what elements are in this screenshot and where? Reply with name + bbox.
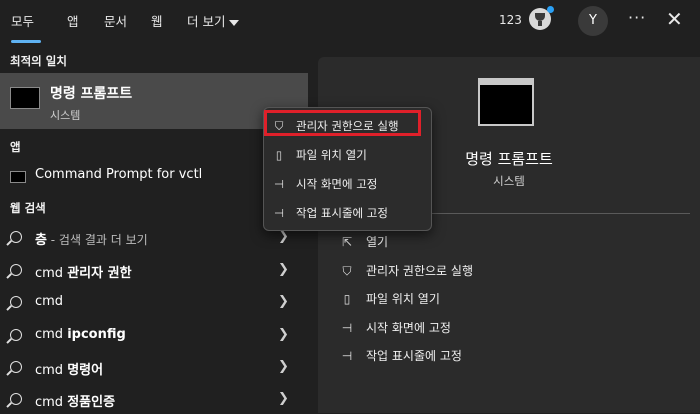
action-open-file-location[interactable]: ▯ 파일 위치 열기	[340, 290, 440, 307]
command-prompt-icon	[10, 87, 40, 109]
action-label: 작업 표시줄에 고정	[366, 349, 462, 363]
pin-icon: ⊣	[273, 177, 285, 191]
chevron-right-icon: ❯	[278, 327, 289, 342]
action-label: 관리자 권한으로 실행	[366, 264, 473, 278]
search-icon	[10, 361, 22, 373]
search-icon	[10, 296, 22, 308]
best-match-item[interactable]	[0, 73, 308, 129]
result-bold: 명령어	[67, 363, 104, 378]
list-item[interactable]: cmd ipconfig ❯	[0, 322, 308, 350]
pin-icon: ⊣	[341, 349, 353, 363]
command-prompt-icon	[478, 78, 534, 126]
close-icon[interactable]: ✕	[666, 7, 683, 31]
best-match-title: 명령 프롬프트	[50, 86, 133, 102]
result-prefix: cmd	[35, 363, 68, 378]
menu-item-label: 시작 화면에 고정	[296, 177, 378, 191]
chevron-right-icon: ❯	[278, 229, 289, 244]
chevron-right-icon: ❯	[278, 359, 289, 374]
chevron-right-icon: ❯	[278, 262, 289, 277]
action-pin-to-taskbar[interactable]: ⊣ 작업 표시줄에 고정	[340, 347, 462, 364]
top-bar: 모두 앱 문서 웹 더 보기 123 Y ··· ✕	[0, 0, 700, 44]
notification-dot-icon	[547, 6, 554, 13]
list-item[interactable]: cmd 명령어 ❯	[0, 354, 308, 382]
pin-icon: ⊣	[341, 321, 353, 335]
trophy-cup-shape	[535, 13, 545, 21]
result-prefix: cmd	[35, 395, 68, 410]
app-label: Command Prompt for vctl	[35, 167, 203, 182]
action-run-as-admin[interactable]: ⛉ 관리자 권한으로 실행	[340, 262, 473, 279]
tab-web[interactable]: 웹	[151, 11, 163, 30]
list-item[interactable]: 층 - 검색 결과 더 보기 ❯	[0, 224, 308, 252]
menu-item-label: 파일 위치 열기	[296, 148, 367, 162]
chevron-right-icon: ❯	[278, 391, 289, 406]
result-bold: 층	[35, 233, 47, 248]
trophy-stem-shape	[538, 21, 542, 26]
result-suffix: - 검색 결과 더 보기	[46, 233, 148, 247]
tab-apps[interactable]: 앱	[67, 11, 79, 30]
shield-icon: ⛉	[342, 264, 352, 278]
tab-all[interactable]: 모두	[11, 11, 34, 30]
best-match-subtitle: 시스템	[50, 109, 81, 122]
search-icon	[10, 329, 22, 341]
list-item[interactable]: cmd 관리자 권한 ❯	[0, 257, 308, 285]
list-item[interactable]: cmd 정품인증 ❯	[0, 386, 308, 414]
search-icon	[10, 264, 22, 276]
menu-item-open-file-location[interactable]: ▯ 파일 위치 열기	[272, 147, 367, 163]
search-icon	[10, 231, 22, 243]
tab-more-label: 더 보기	[187, 14, 226, 29]
points-count: 123	[499, 13, 522, 27]
tab-more[interactable]: 더 보기	[187, 11, 240, 30]
folder-icon: ▯	[275, 148, 283, 162]
search-icon	[10, 393, 22, 405]
section-web-search: 웹 검색	[10, 201, 46, 215]
result-prefix: cmd	[35, 327, 68, 342]
result-bold: 관리자 권한	[67, 266, 132, 281]
open-icon: ⇱	[341, 235, 353, 249]
section-apps: 앱	[10, 140, 21, 154]
command-prompt-icon	[10, 171, 26, 183]
section-best-match: 최적의 일치	[10, 54, 67, 68]
list-item[interactable]: cmd ❯	[0, 289, 308, 317]
result-prefix: cmd	[35, 266, 68, 281]
action-label: 시작 화면에 고정	[366, 321, 451, 335]
list-item[interactable]: Command Prompt for vctl	[0, 163, 308, 191]
action-label: 파일 위치 열기	[366, 292, 440, 306]
highlight-box	[264, 110, 421, 136]
chevron-right-icon: ❯	[278, 294, 289, 309]
action-pin-to-start[interactable]: ⊣ 시작 화면에 고정	[340, 319, 451, 336]
action-open[interactable]: ⇱ 열기	[340, 233, 388, 250]
pin-icon: ⊣	[273, 206, 285, 220]
result-bold: 정품인증	[67, 395, 116, 410]
action-label: 열기	[366, 235, 389, 249]
menu-item-pin-to-start[interactable]: ⊣ 시작 화면에 고정	[272, 176, 377, 192]
tab-selected-indicator	[11, 40, 41, 43]
more-options-icon[interactable]: ···	[628, 8, 646, 27]
avatar[interactable]: Y	[578, 6, 608, 36]
menu-item-pin-to-taskbar[interactable]: ⊣ 작업 표시줄에 고정	[272, 205, 388, 221]
menu-item-label: 작업 표시줄에 고정	[296, 206, 388, 220]
result-prefix: cmd	[35, 294, 64, 309]
tab-documents[interactable]: 문서	[104, 11, 127, 30]
folder-icon: ▯	[343, 292, 351, 306]
trophy-icon[interactable]	[529, 6, 554, 30]
result-bold: ipconfig	[67, 327, 126, 342]
chevron-down-icon	[229, 19, 240, 26]
window-titlebar-shape	[480, 80, 532, 85]
